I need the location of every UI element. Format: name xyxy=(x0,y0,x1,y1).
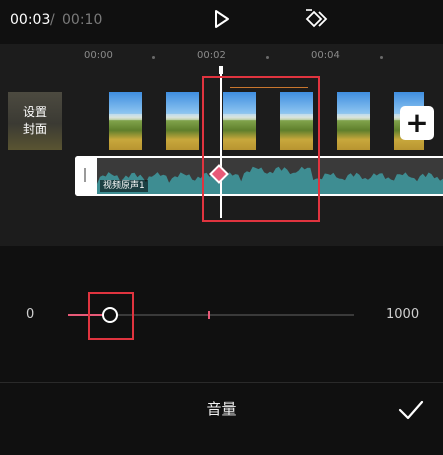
play-icon[interactable] xyxy=(213,9,231,29)
audio-track-label: 视频原声1 xyxy=(100,180,148,192)
playhead-cap xyxy=(219,66,223,74)
divider xyxy=(0,382,443,383)
video-thumbnail[interactable] xyxy=(166,92,199,150)
volume-slider-knob[interactable] xyxy=(102,307,118,323)
video-thumbnail[interactable] xyxy=(223,92,256,150)
video-thumbnail[interactable] xyxy=(337,92,370,150)
panel-title: 音量 xyxy=(206,400,237,418)
check-icon[interactable] xyxy=(398,397,424,423)
time-dot xyxy=(152,56,155,59)
total-time: 00:10 xyxy=(62,12,103,28)
handle-grip-icon xyxy=(84,168,86,182)
playhead[interactable] xyxy=(220,66,222,218)
video-thumbnail[interactable] xyxy=(280,92,313,150)
time-tick: 00:02 xyxy=(197,50,226,61)
slider-min-label: 0 xyxy=(26,307,35,322)
time-dot xyxy=(380,56,383,59)
set-cover-label: 设置 封面 xyxy=(22,105,47,136)
current-time: 00:03 xyxy=(10,12,51,28)
add-clip-button[interactable]: + xyxy=(400,106,434,140)
time-tick: 00:00 xyxy=(84,50,113,61)
video-thumbnail[interactable] xyxy=(109,92,142,150)
time-separator: / xyxy=(50,12,55,28)
clip-edge-marker xyxy=(230,87,308,88)
keyframe-add-icon[interactable] xyxy=(303,8,329,30)
time-tick: 00:04 xyxy=(311,50,340,61)
audio-waveform xyxy=(97,166,443,194)
set-cover-button[interactable]: 设置 封面 xyxy=(8,92,62,150)
volume-default-marker xyxy=(208,311,210,319)
time-dot xyxy=(266,56,269,59)
slider-max-label: 1000 xyxy=(386,307,420,322)
audio-track-handle[interactable] xyxy=(75,156,97,196)
